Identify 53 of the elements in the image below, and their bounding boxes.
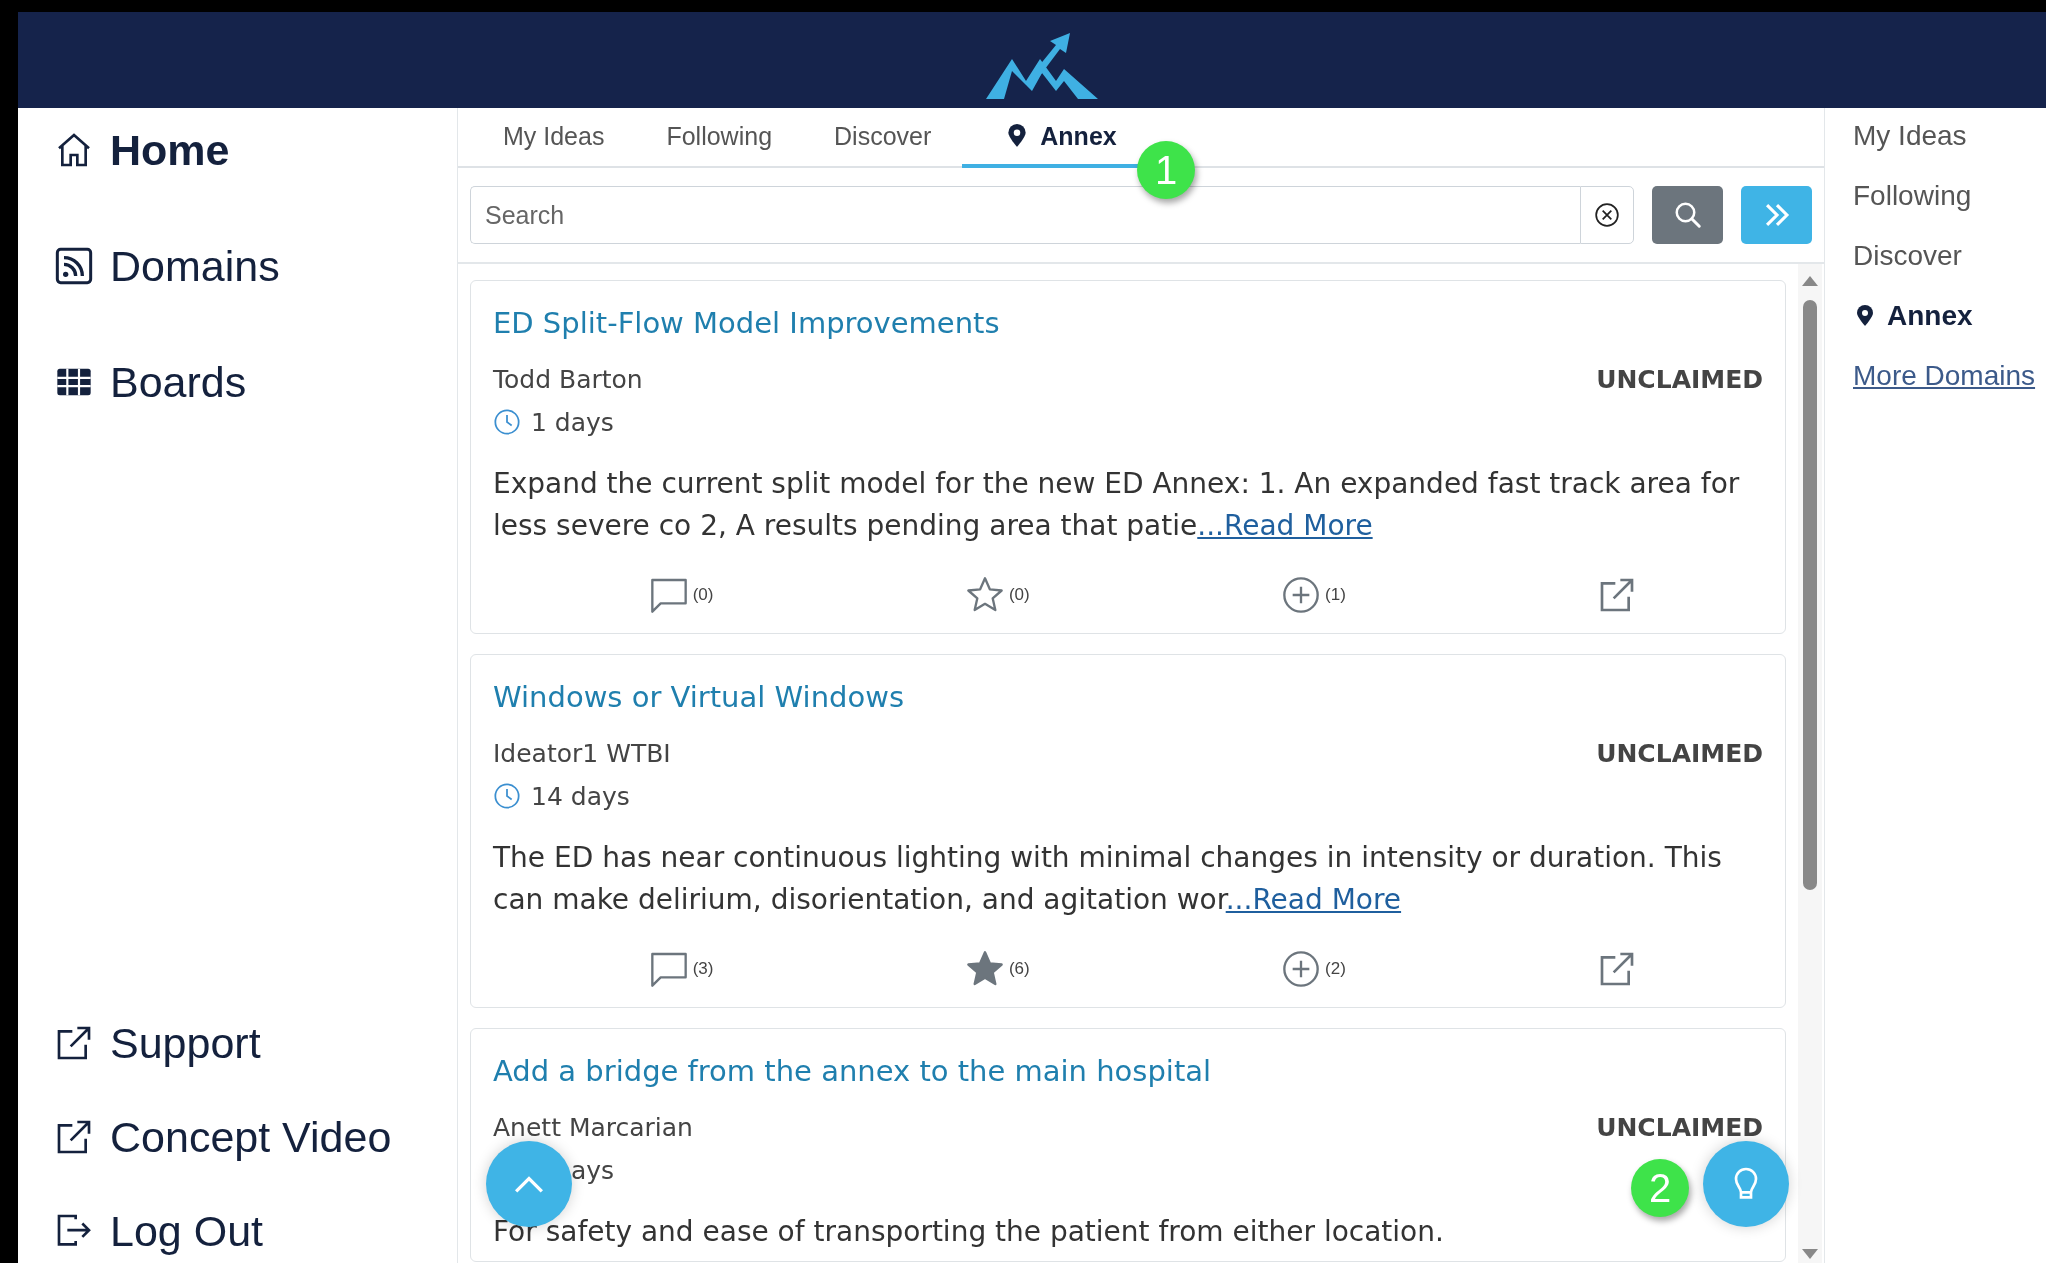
star-button[interactable]: (0) (964, 575, 1030, 615)
sidebar-item[interactable]: Concept Video (54, 1115, 392, 1159)
add-circle-icon (1281, 575, 1322, 615)
status-label: UNCLAIMED (1596, 364, 1763, 394)
comments-button[interactable]: (3) (648, 949, 714, 989)
tab[interactable]: Discover (803, 108, 963, 168)
scrollbar[interactable] (1798, 264, 1822, 1263)
side-nav-item[interactable]: My Ideas (1853, 118, 2046, 154)
tab[interactable]: Following (635, 108, 804, 168)
sidebar-item[interactable]: Support (54, 1021, 261, 1065)
side-nav-item[interactable]: Following (1853, 178, 2046, 214)
sidebar-item[interactable]: Home (54, 128, 230, 172)
age-text: 1 days (531, 407, 614, 437)
step-marker: 1 (1137, 141, 1195, 199)
author-name: Todd Barton (493, 364, 643, 394)
status-label: UNCLAIMED (1596, 1112, 1763, 1142)
sidebar-item[interactable]: Boards (54, 360, 247, 404)
step-marker: 2 (1631, 1159, 1689, 1217)
idea-title-link[interactable]: Windows or Virtual Windows (493, 675, 1763, 719)
clock-icon (493, 408, 521, 436)
star-button[interactable]: (6) (964, 949, 1030, 989)
clear-button[interactable] (1580, 186, 1634, 244)
expand-button[interactable] (1741, 186, 1812, 244)
author-name: Anett Marcarian (493, 1112, 693, 1142)
read-more-link[interactable]: ...Read More (1225, 883, 1402, 916)
comments-button[interactable]: (0) (648, 575, 714, 615)
idea-title-link[interactable]: ED Split-Flow Model Improvements (493, 301, 1763, 345)
sidebar-item[interactable]: Domains (54, 244, 280, 288)
search-button[interactable] (1652, 186, 1723, 244)
clear-icon (1594, 202, 1620, 228)
idea-description: The ED has near continuous lighting with minimal changes in intensity or duration. This can make delirium, disorientation, and agitation wor...Read More (493, 840, 1723, 918)
more-domains-link[interactable]: More Domains (1853, 358, 2046, 394)
read-more-link[interactable]: ...Read More (1197, 509, 1373, 542)
tab[interactable]: My Ideas (472, 108, 636, 168)
age-text: ays (571, 1155, 615, 1185)
idea-title-link[interactable]: Add a bridge from the annex to the main hospital (493, 1049, 1763, 1093)
add-button[interactable]: (2) (1281, 949, 1346, 989)
status-label: UNCLAIMED (1596, 738, 1763, 768)
add-circle-icon (1281, 949, 1322, 989)
age-text: 14 days (531, 781, 630, 811)
rss-feed-icon (54, 246, 94, 286)
search-icon (1672, 200, 1703, 230)
side-nav-item[interactable]: Discover (1853, 238, 2046, 274)
idea-description: For safety and ease of transporting the patient from either location. (493, 1214, 1445, 1250)
search-field[interactable]: Search (470, 186, 1580, 244)
add-button[interactable]: (1) (1281, 575, 1346, 615)
sidebar-item[interactable]: Log Out (54, 1209, 263, 1253)
author-name: Ideator1 WTBI (493, 738, 671, 768)
mountain-logo-icon (986, 31, 1098, 101)
idea-description: Expand the current split model for the new ED Annex: 1. An expanded fast track area for less severe co 2, A results pending area that patie...Read More (493, 466, 1741, 544)
new-idea-button[interactable] (1703, 1141, 1789, 1227)
clock-icon (493, 782, 521, 810)
side-nav-item[interactable]: Annex (1853, 298, 2046, 334)
